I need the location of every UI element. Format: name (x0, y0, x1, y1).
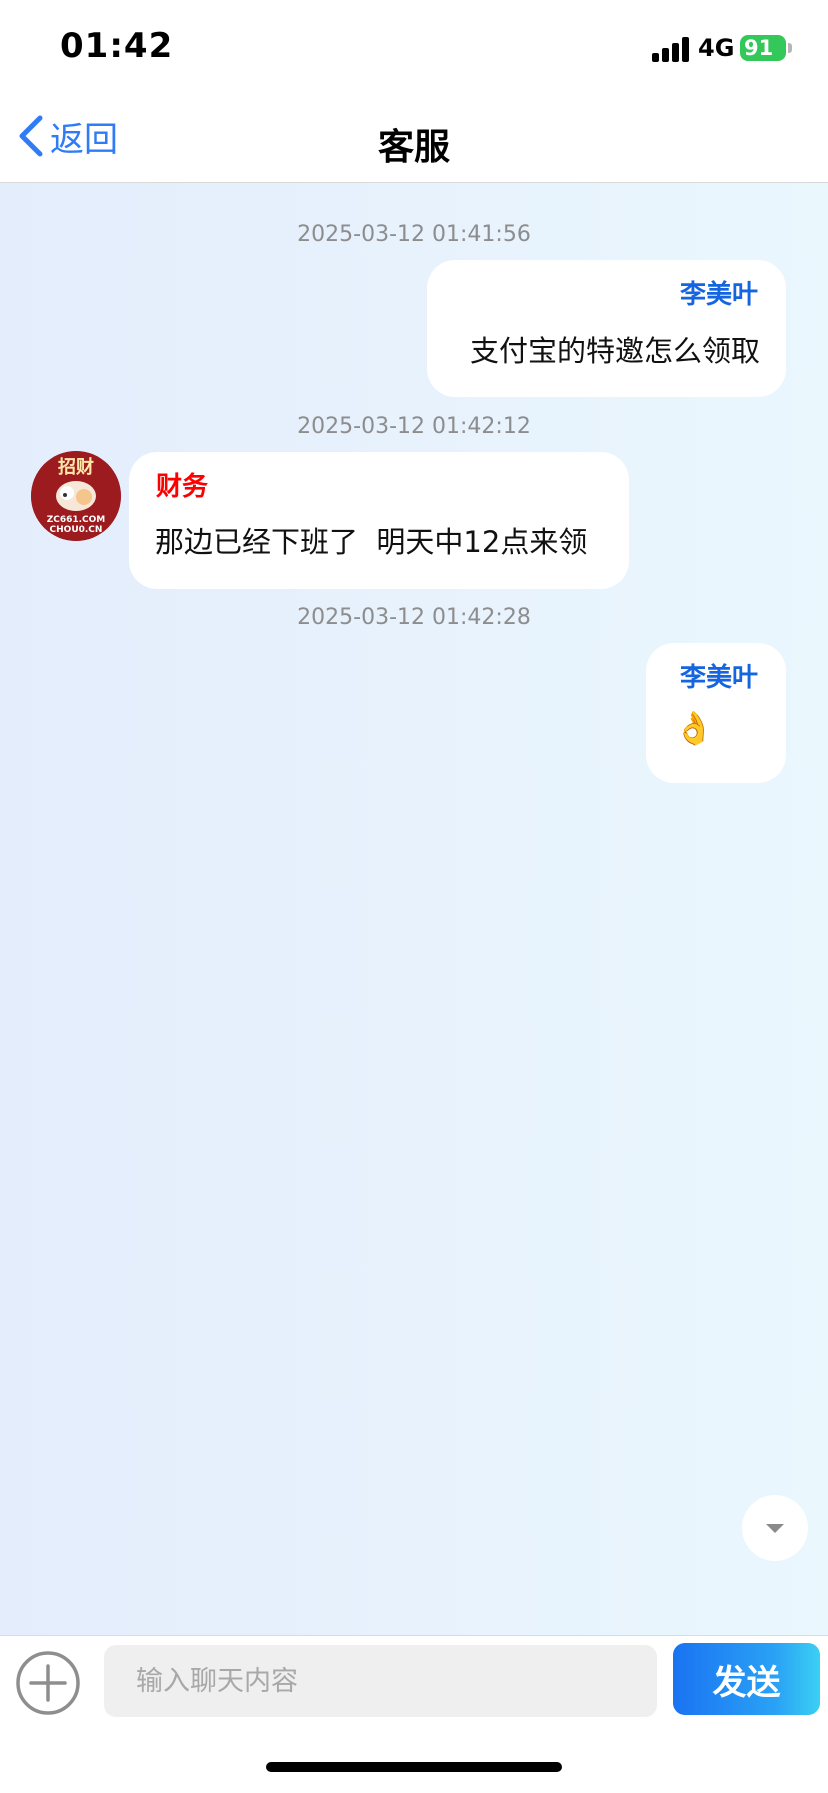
chat-input[interactable] (104, 1645, 657, 1717)
chevron-down-icon (766, 1524, 784, 1533)
status-bar: 01:42 4G 91 (0, 0, 828, 92)
back-label: 返回 (50, 119, 118, 160)
message-timestamp: 2025-03-12 01:41:56 (297, 222, 531, 247)
message-text: 那边已经下班了 明天中12点来领 (155, 525, 588, 559)
nav-bar: 客服 返回 (0, 92, 828, 183)
avatar-logo: 招财 ZC661.COM CHOU0.CN (31, 451, 121, 541)
avatar-text-line2: CHOU0.CN (50, 525, 103, 535)
status-time: 01:42 (60, 26, 174, 66)
message-bubble-outgoing[interactable]: 李美叶 👌 (646, 643, 786, 783)
avatar[interactable]: 招财 ZC661.COM CHOU0.CN (31, 451, 121, 541)
add-attachment-button[interactable] (15, 1650, 81, 1716)
chat-area[interactable]: 2025-03-12 01:41:56 李美叶 支付宝的特邀怎么领取 2025-… (0, 183, 828, 1635)
battery-level: 91 (744, 36, 774, 60)
message-text: 支付宝的特邀怎么领取 (469, 334, 760, 368)
battery-tip (788, 43, 792, 53)
message-timestamp: 2025-03-12 01:42:12 (297, 414, 531, 439)
sender-name: 李美叶 (679, 280, 758, 310)
signal-icon (652, 36, 692, 62)
plus-circle-icon (16, 1651, 80, 1715)
page-title: 客服 (377, 127, 450, 168)
message-bubble-incoming[interactable]: 财务 那边已经下班了 明天中12点来领 (129, 452, 629, 589)
send-button[interactable]: 发送 (673, 1643, 820, 1715)
home-indicator[interactable] (266, 1762, 562, 1772)
chevron-left-icon (19, 115, 43, 157)
back-button[interactable]: 返回 (16, 112, 118, 160)
avatar-text-line1: ZC661.COM (47, 515, 106, 525)
network-type: 4G (698, 34, 735, 62)
message-text-emoji: 👌 (674, 709, 714, 747)
sender-name: 财务 (156, 472, 209, 502)
avatar-text-top: 招财 (58, 456, 94, 478)
message-timestamp: 2025-03-12 01:42:28 (297, 605, 531, 630)
battery-icon: 91 (740, 35, 786, 61)
scroll-down-button[interactable] (742, 1495, 808, 1561)
message-bubble-outgoing[interactable]: 李美叶 支付宝的特邀怎么领取 (427, 260, 786, 397)
sender-name: 李美叶 (679, 663, 758, 693)
